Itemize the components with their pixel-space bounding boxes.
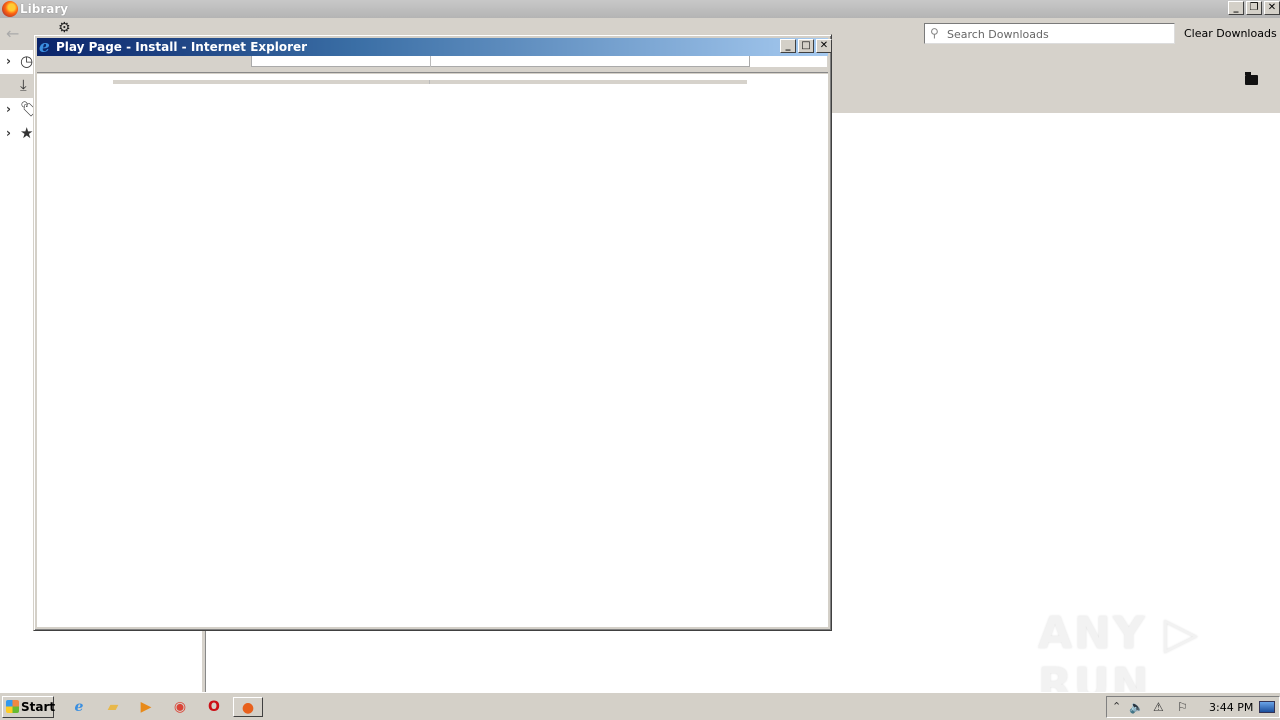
taskbar: Start e ▰ ▶ ◉ O ● ⌃ 🔈 ⚠ ⚐ 3:44 PM [0,692,1280,720]
taskbar-folder-icon[interactable]: ▰ [98,697,128,717]
ie-search-field[interactable] [749,56,827,67]
taskbar-ie-icon[interactable]: e [64,697,94,717]
start-button[interactable]: Start [2,696,56,718]
taskbar-media-player-icon[interactable]: ▶ [131,697,161,717]
action-center-flag-icon[interactable]: ⚐ [1177,700,1188,714]
ie-icon: e [39,37,50,57]
windows-logo-icon [6,700,19,713]
ie-window-title: Play Page - Install - Internet Explorer [56,40,308,54]
ie-address-bar[interactable] [251,56,749,67]
taskbar-firefox-icon[interactable]: ● [233,697,263,717]
chevron-right-icon[interactable]: › [6,102,11,116]
chevron-right-icon[interactable]: › [6,126,11,140]
ie-page-content [37,74,828,627]
library-minimize-button[interactable]: _ [1228,1,1244,15]
watermark-text-left: ANY [1038,608,1147,659]
chevron-right-icon[interactable]: › [6,54,11,68]
ie-close-button[interactable]: ✕ [816,39,832,53]
ie-minimize-button[interactable]: _ [780,39,796,53]
taskbar-chrome-icon[interactable]: ◉ [165,697,195,717]
network-warning-icon[interactable]: ⚠ [1153,700,1164,714]
clock[interactable]: 3:44 PM [1209,701,1253,714]
volume-icon[interactable]: 🔈 [1129,700,1144,714]
show-hidden-icons-button[interactable]: ⌃ [1112,700,1121,713]
ie-maximize-button[interactable]: □ [798,39,814,53]
search-placeholder: Search Downloads [947,28,1049,41]
taskbar-opera-icon[interactable]: O [199,697,229,717]
search-icon: ⚲ [930,26,939,40]
search-downloads-input[interactable]: ⚲ Search Downloads [924,23,1175,44]
ie-loading-strip [113,80,747,84]
ie-titlebar[interactable]: e Play Page - Install - Internet Explore… [37,37,832,57]
show-desktop-button[interactable] [1259,701,1275,713]
ie-toolbar [37,56,828,73]
clock-icon: ◷ [20,52,34,70]
start-label: Start [21,700,56,714]
open-folder-icon[interactable] [1245,72,1258,85]
system-tray: ⌃ 🔈 ⚠ ⚐ 3:44 PM [1106,696,1280,718]
back-arrow-icon[interactable]: ← [6,24,19,43]
play-icon: ▷ [1164,608,1200,659]
ie-window: e Play Page - Install - Internet Explore… [33,34,832,631]
library-close-button[interactable]: ✕ [1264,1,1280,15]
clear-downloads-button[interactable]: Clear Downloads [1184,27,1277,40]
pane-splitter[interactable] [202,630,206,692]
library-restore-button[interactable]: ❐ [1246,1,1262,15]
download-icon: ⤓ [20,76,27,94]
library-titlebar[interactable]: Library _ ❐ ✕ [0,0,1280,18]
star-icon: ★ [20,124,34,142]
firefox-icon [2,1,18,17]
address-separator [430,56,431,67]
library-title: Library [20,2,69,16]
